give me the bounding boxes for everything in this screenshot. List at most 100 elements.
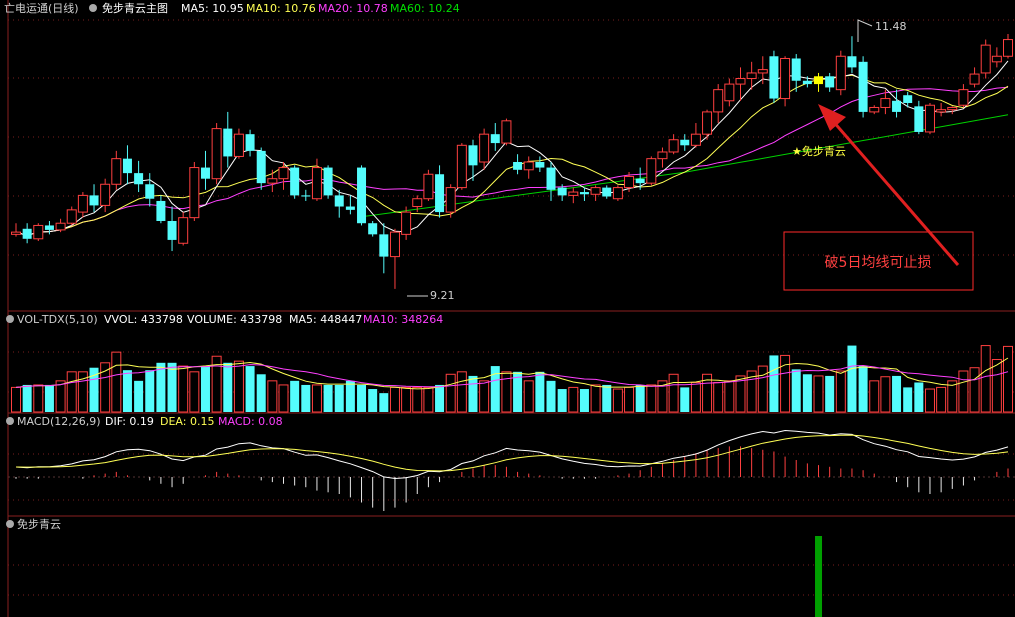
candle-body <box>111 158 122 185</box>
volume-bar <box>323 384 333 412</box>
candle-body <box>735 78 746 85</box>
macd-value: MACD: 0.08 <box>218 415 283 428</box>
volume-bar <box>892 375 902 412</box>
candle-body <box>546 167 556 190</box>
volume-bar <box>66 371 77 413</box>
volume-bar <box>568 386 579 413</box>
candle-body <box>368 223 378 235</box>
candle-body <box>379 234 389 257</box>
candle-body <box>914 106 924 132</box>
candle-body <box>323 167 333 196</box>
volume-bar <box>301 384 311 412</box>
candle-body <box>892 100 902 112</box>
volume-bar <box>412 386 423 413</box>
volume-bar <box>835 370 846 413</box>
volume-bar <box>924 388 935 413</box>
volume-bar <box>624 386 635 413</box>
volume-bar <box>724 380 735 413</box>
volume-bar <box>680 387 690 412</box>
candle-body <box>557 187 567 196</box>
candle-body <box>357 167 367 224</box>
macd-settings-icon[interactable] <box>6 417 14 425</box>
candle-body <box>757 69 768 74</box>
volume-bar <box>389 386 400 413</box>
ma10-value: MA10: 10.76 <box>246 2 316 15</box>
candle-body <box>947 106 958 111</box>
candle-body <box>958 89 969 106</box>
candle-body <box>301 195 311 197</box>
volume-bar <box>22 384 32 412</box>
volume-bar <box>880 376 891 413</box>
volume-bar <box>991 359 1002 413</box>
candle-body <box>791 58 801 81</box>
volume-bar <box>579 389 589 412</box>
signal-label: ★免步青云 <box>792 144 846 158</box>
candle-body <box>44 225 54 230</box>
volume-bar <box>958 370 969 413</box>
volume-bar <box>646 384 657 413</box>
volume-bar <box>223 362 233 412</box>
candle-body <box>579 192 589 195</box>
candle-body <box>746 72 757 80</box>
volume-bar <box>914 382 924 412</box>
candle-body <box>501 120 512 144</box>
candle-body <box>635 178 645 184</box>
volume-bar <box>690 381 701 413</box>
candle-body <box>435 174 445 213</box>
candle-body <box>401 211 412 235</box>
volume-bar <box>668 373 679 413</box>
candle-body <box>167 220 177 240</box>
signal-settings-icon[interactable] <box>6 520 14 528</box>
volume-bar <box>847 345 857 412</box>
volume-bar <box>936 386 947 413</box>
candle-body <box>624 175 635 189</box>
volume-bar <box>357 384 367 412</box>
candle-body <box>445 187 456 213</box>
volume-bar <box>122 370 132 412</box>
volume-bar <box>903 387 913 412</box>
candle-body <box>969 73 980 85</box>
ma20-value: MA20: 10.78 <box>318 2 388 15</box>
volume-bar <box>468 375 478 412</box>
volume-bar <box>858 366 868 412</box>
candle-body <box>880 98 891 108</box>
candle-body <box>55 222 66 231</box>
candle-body <box>991 55 1002 63</box>
volume-bar <box>590 384 601 413</box>
volume-bar <box>55 380 66 413</box>
volume-bar <box>111 351 122 413</box>
candle-body <box>122 158 132 174</box>
candle-body <box>858 61 868 112</box>
volume-bar <box>435 384 445 412</box>
volume-bar <box>612 388 623 413</box>
volume-bar <box>379 393 389 412</box>
candle-body <box>11 231 21 235</box>
candle-body <box>646 158 657 184</box>
candle-body <box>814 76 824 85</box>
candle-body <box>825 76 835 88</box>
volume-bar <box>134 380 144 412</box>
volume-bar <box>401 386 412 413</box>
candle-body <box>523 161 534 171</box>
indicator-settings-icon[interactable] <box>89 4 97 12</box>
candle-body <box>924 104 935 133</box>
dea-value: DEA: 0.15 <box>160 415 214 428</box>
volume-ma10-value: MA10: 348264 <box>363 313 443 326</box>
signal-bars <box>815 536 823 617</box>
ma60-value: MA60: 10.24 <box>390 2 460 15</box>
candle-body <box>936 109 947 113</box>
candle-body <box>702 111 713 135</box>
candle-body <box>256 150 266 184</box>
candle-body <box>189 167 200 219</box>
volume-settings-icon[interactable] <box>6 315 14 323</box>
candle-body <box>423 173 434 200</box>
volume-bar <box>757 365 768 413</box>
signal-bar <box>815 536 823 617</box>
volume-bar <box>802 374 812 412</box>
volume-bar <box>780 354 791 413</box>
stock-chart[interactable]: 11.48 9.21 ★免步青云 破5日均线可止损 亡电运通(日线) 免步青云主… <box>0 0 1015 617</box>
candle-body <box>267 178 278 184</box>
dif-value: DIF: 0.19 <box>105 415 154 428</box>
volume-bar <box>33 384 44 413</box>
volume-bar <box>535 371 545 412</box>
